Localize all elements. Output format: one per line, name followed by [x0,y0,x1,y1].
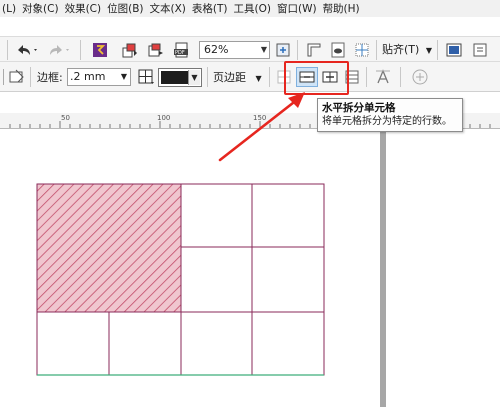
svg-text:PDF: PDF [175,50,185,56]
toolbar-separator [207,67,208,87]
ruler-label: 150 [253,114,267,122]
chevron-down-icon: ▼ [260,45,267,54]
border-color-swatch [161,71,188,84]
table-options-icon[interactable] [8,68,26,86]
launcher-icon[interactable] [90,41,110,59]
more-icon[interactable] [470,41,490,59]
chevron-down-icon: ▼ [255,74,262,83]
margins-menu[interactable]: 页边距 ▼ [213,68,262,87]
table-property-bar: 边框: .2 mm ▼ ▼ 页边距 ▼ [0,62,500,92]
options-icon[interactable] [444,41,464,59]
toolbar-separator [437,40,438,60]
border-label: 边框: [37,71,63,84]
toolbar-grip [0,69,4,85]
menu-item-tools[interactable]: 工具(O) [234,1,277,16]
menu-item-text[interactable]: 文本(X) [150,1,192,16]
text-wrap-icon[interactable] [374,68,392,86]
tooltip-title: 水平拆分单元格 [322,102,396,114]
tooltip: 水平拆分单元格 将单元格拆分为特定的行数。 [317,98,463,132]
chevron-down-icon: ▼ [188,70,200,85]
drawing-canvas[interactable] [0,129,500,407]
import-icon[interactable] [120,41,140,59]
toolbar-separator [30,67,31,87]
toolbar-separator [269,67,270,87]
zoom-value: 62% [204,43,229,56]
ruler-label: 50 [61,114,70,122]
menu-bar: (L) 对象(C) 效果(C) 位图(B) 文本(X) 表格(T) 工具(O) … [0,0,500,17]
add-icon[interactable] [410,67,430,87]
undo-icon[interactable] [14,41,40,59]
pdf-icon[interactable]: PDF [172,41,192,59]
toolbar-separator [7,40,8,60]
toolbar-separator [366,67,367,87]
page-border [380,129,386,407]
grid-icon[interactable] [352,41,372,59]
toolbar-separator [400,67,401,87]
menu-item-table[interactable]: 表格(T) [192,1,234,16]
export-icon[interactable] [146,41,166,59]
ruler-label: 100 [157,114,171,122]
standard-toolbar: PDF 62% ▼ 贴齐(T) ▼ [0,36,500,62]
margins-label: 页边距 [213,71,246,84]
toolbar-separator [297,40,298,60]
border-width-value: .2 mm [70,70,106,83]
toolbar-separator [80,40,81,60]
menu-item-object[interactable]: 对象(C) [22,1,65,16]
border-width-dropdown[interactable]: .2 mm ▼ [67,68,131,86]
border-select-icon[interactable] [137,68,155,86]
zoom-level-dropdown[interactable]: 62% ▼ [199,41,270,59]
menu-item-window[interactable]: 窗口(W) [277,1,323,16]
redo-icon[interactable] [46,41,72,59]
menu-item-help[interactable]: 帮助(H) [323,1,366,16]
toolbar-separator [376,40,377,60]
snap-to-menu[interactable]: 贴齐(T) ▼ [382,41,432,59]
border-color-picker[interactable]: ▼ [158,68,202,87]
snap-label: 贴齐(T) [382,43,420,56]
tooltip-description: 将单元格拆分为特定的行数。 [322,116,452,127]
rulers-icon[interactable] [304,41,324,59]
chevron-down-icon: ▼ [120,72,127,81]
chevron-down-icon: ▼ [425,46,432,55]
highlight-box [284,61,349,95]
menu-item-layout[interactable]: (L) [0,3,22,15]
menu-item-effects[interactable]: 效果(C) [65,1,108,16]
view-icon[interactable] [328,41,348,59]
fullscreen-icon[interactable] [274,41,292,59]
menu-item-bitmaps[interactable]: 位图(B) [107,1,149,16]
